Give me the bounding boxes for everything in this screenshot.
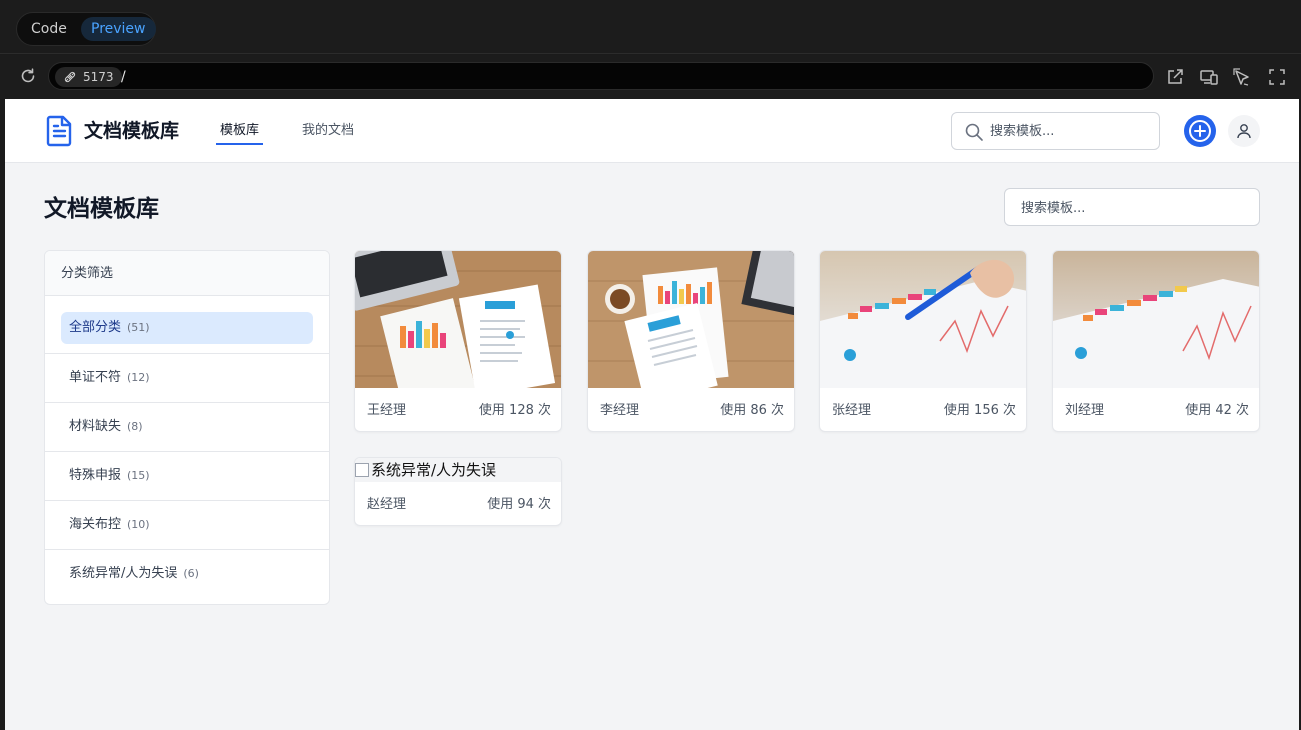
search-icon [965,123,983,141]
plug-icon [64,71,76,83]
add-template-button[interactable] [1184,115,1216,147]
category-name: 特殊申报 [69,468,122,483]
category-item-system-error: 系统异常/人为失误 (6) [45,550,329,599]
card-footer: 李经理 使用 86 次 [588,389,794,431]
card-footer: 刘经理 使用 42 次 [1053,389,1259,431]
url-bar[interactable]: 5173 / [48,62,1154,90]
template-card[interactable]: 系统异常/人为失误 赵经理 使用 94 次 [354,457,562,526]
tab-preview[interactable]: Preview [81,17,156,41]
broken-image-icon [355,463,369,477]
user-icon [1237,124,1251,139]
card-footer: 张经理 使用 156 次 [820,389,1026,431]
category-name: 单证不符 [69,370,122,385]
external-link-icon[interactable] [1165,67,1185,87]
top-nav: 文档模板库 模板库 我的文档 [5,99,1299,163]
devices-icon[interactable] [1199,67,1219,87]
app-viewport: 文档模板库 模板库 我的文档 文档模板库 分类筛选 [5,99,1299,730]
broken-image-placeholder: 系统异常/人为失误 [355,458,561,482]
category-name: 系统异常/人为失误 [69,566,178,581]
code-preview-toggle: Code Preview [16,12,156,46]
port-badge[interactable]: 5173 [55,67,122,87]
card-owner: 李经理 [600,403,640,418]
card-usage-count: 使用 128 次 [478,403,551,418]
document-icon [46,115,72,147]
select-element-icon[interactable] [1232,67,1252,87]
card-owner: 刘经理 [1065,403,1105,418]
address-row: 5173 / [0,55,1301,99]
image-alt-text: 系统异常/人为失误 [371,461,497,479]
category-count: (10) [127,518,150,531]
category-name: 全部分类 [69,320,122,335]
plus-circle-icon [1189,120,1211,142]
card-footer: 王经理 使用 128 次 [355,389,561,431]
category-button[interactable]: 单证不符 (12) [61,362,313,394]
category-name: 海关布控 [69,517,122,532]
fullscreen-icon[interactable] [1267,67,1287,87]
template-card[interactable]: 刘经理 使用 42 次 [1052,250,1260,432]
category-item-all: 全部分类 (51) [45,296,329,354]
nav-search-input[interactable] [990,121,1150,141]
template-card[interactable]: 李经理 使用 86 次 [587,250,795,432]
card-footer: 赵经理 使用 94 次 [355,483,561,525]
card-usage-count: 使用 94 次 [487,497,551,512]
category-button[interactable]: 系统异常/人为失误 (6) [61,558,313,590]
template-card[interactable]: 王经理 使用 128 次 [354,250,562,432]
brand-title: 文档模板库 [84,120,180,142]
category-button[interactable]: 海关布控 (10) [61,509,313,541]
filter-panel-title: 分类筛选 [45,251,329,296]
category-count: (6) [183,567,199,580]
url-path: / [121,69,126,85]
card-owner: 张经理 [832,403,872,418]
category-name: 材料缺失 [69,419,122,434]
category-item-doc-mismatch: 单证不符 (12) [45,354,329,403]
category-item-customs-control: 海关布控 (10) [45,501,329,550]
category-button[interactable]: 特殊申报 (15) [61,460,313,492]
category-item-special-declaration: 特殊申报 (15) [45,452,329,501]
card-usage-count: 使用 156 次 [943,403,1016,418]
category-filter-panel: 分类筛选 全部分类 (51) 单证不符 (12) 材料缺失 (8) 特殊申报 (15) … [44,250,330,605]
reload-icon[interactable] [18,66,38,86]
category-button[interactable]: 全部分类 (51) [61,312,313,344]
tab-code[interactable]: Code [21,17,77,41]
card-owner: 王经理 [367,403,407,418]
category-button[interactable]: 材料缺失 (8) [61,411,313,443]
chart-paper-photo [1053,251,1259,388]
laptop-charts-photo [355,251,561,388]
nav-template-library[interactable]: 模板库 [215,121,264,145]
category-count: (15) [127,469,150,482]
main-search-box[interactable] [1004,188,1260,226]
preview-toolbar: Code Preview [0,0,1301,54]
pen-chart-photo [820,251,1026,388]
port-label: 5173 [83,70,114,84]
coffee-charts-photo [588,251,794,388]
card-usage-count: 使用 86 次 [720,403,784,418]
nav-my-documents[interactable]: 我的文档 [302,121,354,141]
category-count: (8) [127,420,143,433]
category-count: (12) [127,371,150,384]
template-card[interactable]: 张经理 使用 156 次 [819,250,1027,432]
category-count: (51) [127,321,150,334]
category-item-missing-materials: 材料缺失 (8) [45,403,329,452]
nav-search-box[interactable] [951,112,1160,150]
page-title: 文档模板库 [44,196,159,222]
user-menu-button[interactable] [1228,115,1260,147]
main-search-input[interactable] [1021,198,1241,218]
card-owner: 赵经理 [367,497,407,512]
card-usage-count: 使用 42 次 [1185,403,1249,418]
